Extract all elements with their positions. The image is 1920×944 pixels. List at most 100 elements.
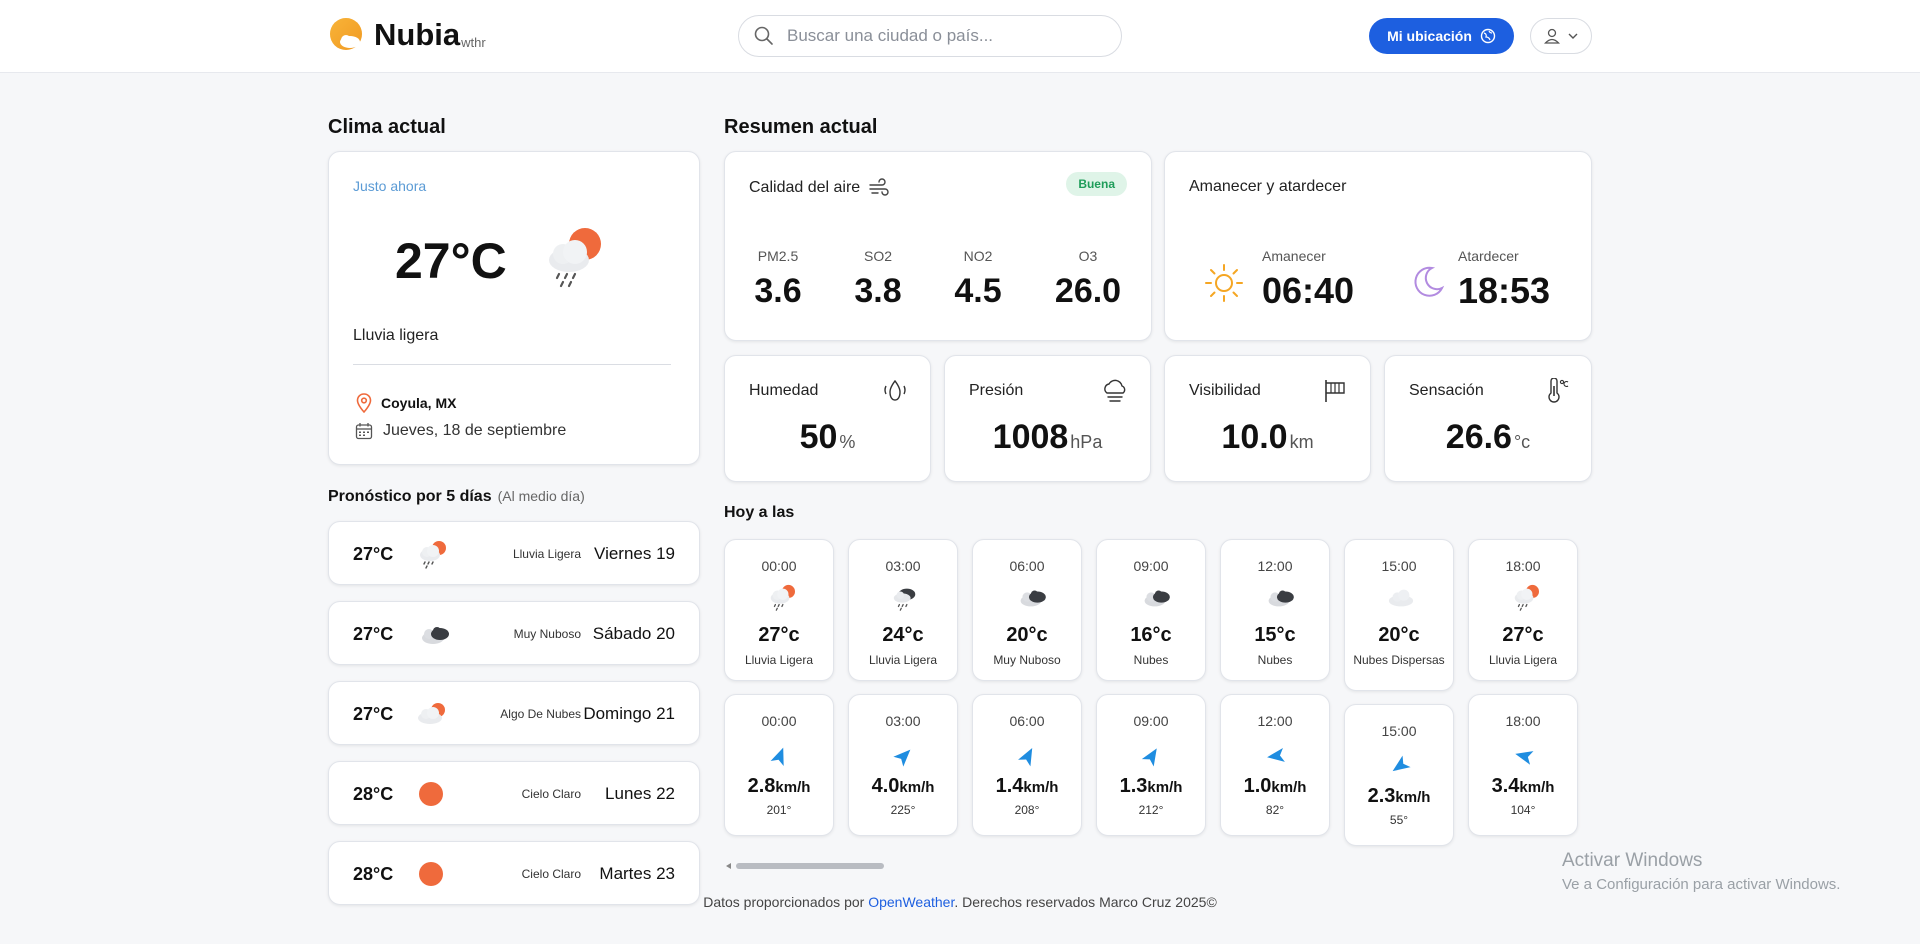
hour-desc: Nubes — [1257, 653, 1293, 667]
summary-title: Resumen actual — [724, 116, 878, 138]
search-input[interactable] — [787, 26, 1107, 46]
divider — [353, 364, 671, 365]
hour-time: 00:00 — [761, 713, 797, 729]
hourly-wind-card: 00:00 2.8km/h 201° — [724, 694, 834, 836]
footer-prefix: Datos proporcionados por — [703, 894, 869, 910]
hourly-weather-card: 15:00 20°c Nubes Dispersas — [1344, 539, 1454, 691]
brand-logo[interactable]: Nubia wthr — [328, 16, 486, 54]
scroll-left-arrow-icon[interactable] — [726, 863, 731, 869]
wind-speed-value: 1.4 — [995, 775, 1024, 797]
forecast-temp: 28°C — [353, 784, 394, 804]
feels-like-card: Sensación 26.6 °c — [1384, 355, 1592, 482]
forecast-desc: Cielo Claro — [521, 787, 581, 801]
humidity-card: Humedad 50% — [724, 355, 931, 482]
aq-o3: O3 26.0 — [1038, 248, 1138, 311]
wind-degrees: 104° — [1510, 803, 1536, 817]
forecast-day: Sábado 20 — [592, 624, 675, 643]
wind-speed-unit: km/h — [1395, 789, 1431, 806]
top-header: Nubia wthr Mi ubicación — [0, 0, 1920, 73]
hour-desc: Lluvia Ligera — [1488, 653, 1558, 667]
forecast-day: Lunes 22 — [605, 784, 675, 803]
hour-desc: Nubes Dispersas — [1353, 653, 1445, 667]
chevron-down-icon — [1568, 33, 1578, 39]
hourly-wind-card: 18:00 3.4km/h 104° — [1468, 694, 1578, 836]
sun-icon — [413, 860, 449, 888]
pressure-label: Presión — [969, 382, 1024, 399]
forecast-subtitle: (Al medio día) — [497, 488, 585, 504]
aq-label: O3 — [1078, 248, 1098, 264]
hour-time: 12:00 — [1257, 558, 1293, 574]
value-unit: °c — [1513, 432, 1531, 452]
value-unit: km — [1289, 432, 1314, 452]
aq-value: 26.0 — [1054, 272, 1122, 310]
hour-time: 06:00 — [1009, 558, 1045, 574]
dark-clouds-icon — [1260, 584, 1294, 612]
wind-speed: 1.0km/h — [1221, 775, 1329, 798]
footer-suffix: . Derechos reservados Marco Cruz 2025© — [954, 894, 1217, 910]
pressure-card: Presión 1008 hPa — [944, 355, 1151, 482]
wind-speed-unit: km/h — [1271, 779, 1307, 796]
my-location-button[interactable]: Mi ubicación — [1369, 18, 1514, 54]
forecast-temp: 27°C — [353, 624, 394, 644]
wind-speed-value: 4.0 — [871, 775, 900, 797]
hourly-weather-card: 06:00 20°c Muy Nuboso — [972, 539, 1082, 681]
hourly-wind-card: 15:00 2.3km/h 55° — [1344, 704, 1454, 846]
rain-sun-icon — [764, 584, 798, 612]
wind-direction-icon — [770, 747, 784, 766]
openweather-link[interactable]: OpenWeather — [868, 894, 954, 910]
wind-direction-icon — [1141, 748, 1157, 767]
aq-value: 3.6 — [754, 272, 802, 310]
dark-clouds-icon — [1136, 584, 1170, 612]
wind-icon — [869, 178, 889, 196]
wind-direction-icon — [1392, 755, 1411, 772]
forecast-desc: Lluvia Ligera — [512, 547, 581, 561]
location-pin-icon — [356, 393, 372, 413]
wind-speed-unit: km/h — [1519, 779, 1555, 796]
hour-desc: Nubes — [1133, 653, 1169, 667]
wind-speed: 1.3km/h — [1097, 775, 1205, 798]
current-description: Lluvia ligera — [353, 327, 439, 344]
user-menu-button[interactable] — [1530, 18, 1592, 54]
hourly-scrollbar[interactable] — [726, 862, 884, 869]
watermark-subtitle: Ve a Configuración para activar Windows. — [1562, 876, 1841, 893]
pressure-icon — [1104, 379, 1126, 402]
sun-icon — [1205, 264, 1243, 302]
sunrise-sunset-title: Amanecer y atardecer — [1189, 178, 1347, 195]
my-location-label: Mi ubicación — [1387, 28, 1472, 44]
sunset-time: 18:53 — [1458, 270, 1551, 311]
hour-time: 09:00 — [1133, 713, 1169, 729]
user-icon — [1544, 28, 1560, 44]
current-city: Coyula, MX — [381, 395, 457, 411]
hourly-weather-card: 09:00 16°c Nubes — [1096, 539, 1206, 681]
sunrise-time: 06:40 — [1262, 270, 1355, 311]
value-number: 26.6 — [1445, 418, 1512, 456]
forecast-day: Martes 23 — [599, 864, 675, 883]
forecast-desc: Cielo Claro — [521, 867, 581, 881]
moon-icon — [1414, 266, 1445, 297]
aq-label: PM2.5 — [757, 248, 799, 264]
hour-temp: 20°c — [1378, 624, 1420, 646]
wind-speed: 2.3km/h — [1345, 785, 1453, 808]
feels-like-value: 26.6 °c — [1385, 418, 1591, 457]
sunrise-label: Amanecer — [1262, 248, 1326, 264]
hour-time: 18:00 — [1505, 558, 1541, 574]
hour-desc: Muy Nuboso — [993, 653, 1061, 667]
sun-icon — [413, 780, 449, 808]
hourly-weather-card: 12:00 15°c Nubes — [1220, 539, 1330, 681]
wind-direction-icon — [1267, 747, 1285, 762]
hour-time: 06:00 — [1009, 713, 1045, 729]
current-temp: 27°C — [395, 233, 507, 289]
hour-time: 03:00 — [885, 558, 921, 574]
scroll-thumb[interactable] — [736, 863, 884, 869]
brand-name: Nubia — [374, 17, 461, 52]
hour-time: 15:00 — [1381, 558, 1417, 574]
brand-sub: wthr — [461, 35, 486, 50]
rain-sun-icon — [549, 228, 601, 288]
air-quality-title: Calidad del aire — [749, 179, 861, 196]
wind-speed-unit: km/h — [775, 779, 811, 796]
hour-time: 18:00 — [1505, 713, 1541, 729]
aq-value: 3.8 — [854, 272, 902, 310]
hour-time: 00:00 — [761, 558, 797, 574]
windows-activation-watermark: Activar Windows Ve a Configuración para … — [1562, 850, 1840, 893]
now-label: Justo ahora — [353, 178, 427, 194]
